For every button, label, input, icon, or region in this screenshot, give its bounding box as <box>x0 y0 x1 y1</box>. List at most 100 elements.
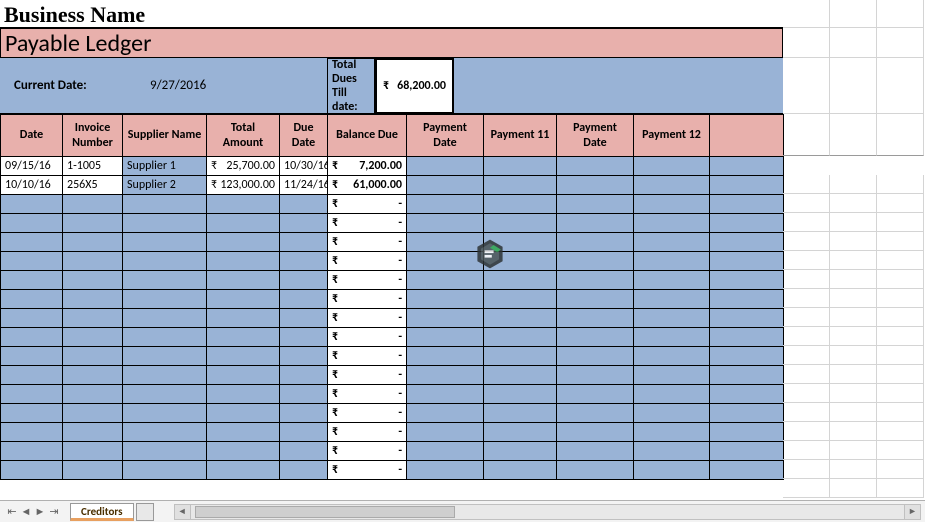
cell-payment[interactable] <box>484 309 557 328</box>
cell-payment[interactable] <box>407 233 484 252</box>
cell-invoice[interactable]: 1-1005 <box>63 157 123 176</box>
cell-empty[interactable] <box>280 328 328 347</box>
cell-payment[interactable] <box>634 233 710 252</box>
cell-empty[interactable] <box>1 328 63 347</box>
cell-empty[interactable] <box>123 423 207 442</box>
cell-empty[interactable] <box>280 252 328 271</box>
cell-empty[interactable] <box>207 461 280 480</box>
cell-payment[interactable] <box>407 214 484 233</box>
cell-empty[interactable] <box>63 423 123 442</box>
cell-payment[interactable] <box>407 195 484 214</box>
cell-payment[interactable] <box>634 195 710 214</box>
cell-empty[interactable] <box>280 461 328 480</box>
cell-payment[interactable] <box>557 309 634 328</box>
cell-payment[interactable] <box>484 214 557 233</box>
cell-empty[interactable] <box>63 233 123 252</box>
cell-empty[interactable] <box>63 252 123 271</box>
cell-amount[interactable]: ₹25,700.00 <box>207 157 280 176</box>
cell-payment[interactable] <box>557 271 634 290</box>
cell-payment[interactable] <box>407 271 484 290</box>
cell-payment[interactable] <box>557 423 634 442</box>
ledger-table[interactable]: Date Invoice Number Supplier Name Total … <box>0 114 784 480</box>
cell-empty[interactable] <box>280 271 328 290</box>
cell-payment[interactable] <box>634 385 710 404</box>
cell-payment[interactable] <box>484 157 557 176</box>
cell-empty[interactable] <box>207 271 280 290</box>
cell-empty[interactable] <box>63 385 123 404</box>
cell-empty[interactable] <box>1 214 63 233</box>
cell-payment[interactable] <box>407 347 484 366</box>
cell-payment[interactable] <box>634 366 710 385</box>
cell-empty[interactable] <box>207 442 280 461</box>
cell-payment[interactable] <box>557 252 634 271</box>
cell-payment[interactable] <box>710 309 784 328</box>
cell-empty[interactable] <box>123 461 207 480</box>
cell-empty[interactable] <box>280 195 328 214</box>
cell-empty[interactable] <box>123 385 207 404</box>
scroll-thumb[interactable] <box>195 506 455 518</box>
cell-empty[interactable] <box>123 271 207 290</box>
cell-empty[interactable] <box>280 385 328 404</box>
cell-amount[interactable]: ₹123,000.00 <box>207 176 280 195</box>
cell-empty[interactable] <box>63 347 123 366</box>
cell-empty[interactable] <box>123 252 207 271</box>
cell-empty[interactable] <box>207 423 280 442</box>
cell-empty[interactable] <box>63 309 123 328</box>
cell-payment[interactable] <box>710 290 784 309</box>
cell-invoice[interactable]: 256X5 <box>63 176 123 195</box>
cell-payment[interactable] <box>557 176 634 195</box>
cell-supplier[interactable]: Supplier 1 <box>123 157 207 176</box>
header-extra[interactable] <box>710 115 784 157</box>
cell-empty[interactable] <box>280 366 328 385</box>
cell-payment[interactable] <box>484 423 557 442</box>
cell-balance[interactable]: ₹- <box>328 404 407 423</box>
cell-balance[interactable]: ₹- <box>328 461 407 480</box>
cell-payment[interactable] <box>710 233 784 252</box>
cell-payment[interactable] <box>710 442 784 461</box>
cell-empty[interactable] <box>1 309 63 328</box>
cell-payment[interactable] <box>557 290 634 309</box>
cell-payment[interactable] <box>484 442 557 461</box>
cell-payment[interactable] <box>710 366 784 385</box>
cell-empty[interactable] <box>280 214 328 233</box>
cell-payment[interactable] <box>484 328 557 347</box>
cell-payment[interactable] <box>710 461 784 480</box>
cell-payment[interactable] <box>710 328 784 347</box>
cell-empty[interactable] <box>123 214 207 233</box>
cell-empty[interactable] <box>207 366 280 385</box>
cell-due-date[interactable]: 11/24/16 <box>280 176 328 195</box>
cell-empty[interactable] <box>280 347 328 366</box>
cell-empty[interactable] <box>207 290 280 309</box>
cell-empty[interactable] <box>1 461 63 480</box>
cell-balance[interactable]: ₹- <box>328 233 407 252</box>
cell-payment[interactable] <box>634 309 710 328</box>
cell-empty[interactable] <box>280 442 328 461</box>
cell-balance[interactable]: ₹- <box>328 442 407 461</box>
cell-payment[interactable] <box>407 252 484 271</box>
cell-empty[interactable] <box>123 328 207 347</box>
cell-balance[interactable]: ₹7,200.00 <box>328 157 407 176</box>
cell-date[interactable]: 09/15/16 <box>1 157 63 176</box>
cell-payment[interactable] <box>634 271 710 290</box>
cell-empty[interactable] <box>63 271 123 290</box>
cell-empty[interactable] <box>63 214 123 233</box>
cell-payment[interactable] <box>634 442 710 461</box>
cell-payment[interactable] <box>407 442 484 461</box>
cell-empty[interactable] <box>63 328 123 347</box>
cell-payment[interactable] <box>484 366 557 385</box>
tab-creditors[interactable]: Creditors <box>70 503 134 521</box>
scroll-right-icon[interactable]: ► <box>904 505 920 519</box>
cell-payment[interactable] <box>634 404 710 423</box>
cell-payment[interactable] <box>484 195 557 214</box>
cell-empty[interactable] <box>207 404 280 423</box>
cell-payment[interactable] <box>407 176 484 195</box>
cell-balance[interactable]: ₹- <box>328 385 407 404</box>
cell-balance[interactable]: ₹- <box>328 214 407 233</box>
tab-last-icon[interactable]: ⇥ <box>48 505 60 518</box>
cell-payment[interactable] <box>407 328 484 347</box>
cell-empty[interactable] <box>207 385 280 404</box>
cell-empty[interactable] <box>63 366 123 385</box>
tab-next-icon[interactable]: ► <box>34 505 46 518</box>
cell-payment[interactable] <box>634 290 710 309</box>
cell-payment[interactable] <box>710 385 784 404</box>
